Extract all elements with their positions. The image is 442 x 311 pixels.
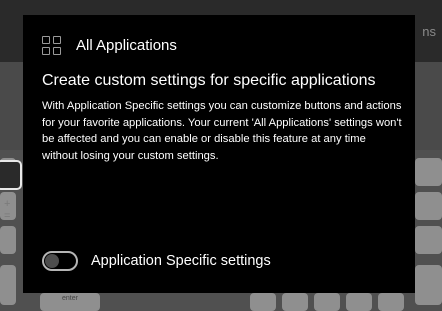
dialog-header: All Applications: [42, 34, 177, 56]
background-key: [378, 293, 404, 311]
app-specific-toggle-label[interactable]: Application Specific settings: [91, 253, 271, 269]
background-key: [415, 265, 442, 305]
background-key: [346, 293, 372, 311]
background-key: [0, 226, 16, 254]
dialog-description: With Application Specific settings you c…: [42, 100, 402, 162]
dialog-heading: Create custom settings for specific appl…: [42, 72, 376, 89]
app-specific-toggle[interactable]: [42, 251, 78, 271]
background-key: [0, 265, 16, 305]
background-key-label: enter: [62, 295, 78, 302]
background-glyph: +: [4, 198, 11, 210]
dialog-title: All Applications: [76, 36, 177, 54]
background-key: [250, 293, 276, 311]
background-key: [415, 158, 442, 186]
background-key: [415, 226, 442, 254]
app-specific-toggle-row[interactable]: Application Specific settings: [42, 251, 271, 271]
background-key: [282, 293, 308, 311]
grid-icon: [42, 35, 61, 55]
background-button: [0, 160, 22, 190]
background-key: enter: [40, 293, 100, 311]
background-key: [314, 293, 340, 311]
background-key: [415, 192, 442, 220]
background-hint-text: ns: [422, 24, 436, 39]
toggle-knob: [45, 254, 59, 268]
background-glyph: =: [4, 210, 11, 222]
app-specific-settings-dialog: All Applications Create custom settings …: [23, 15, 415, 293]
